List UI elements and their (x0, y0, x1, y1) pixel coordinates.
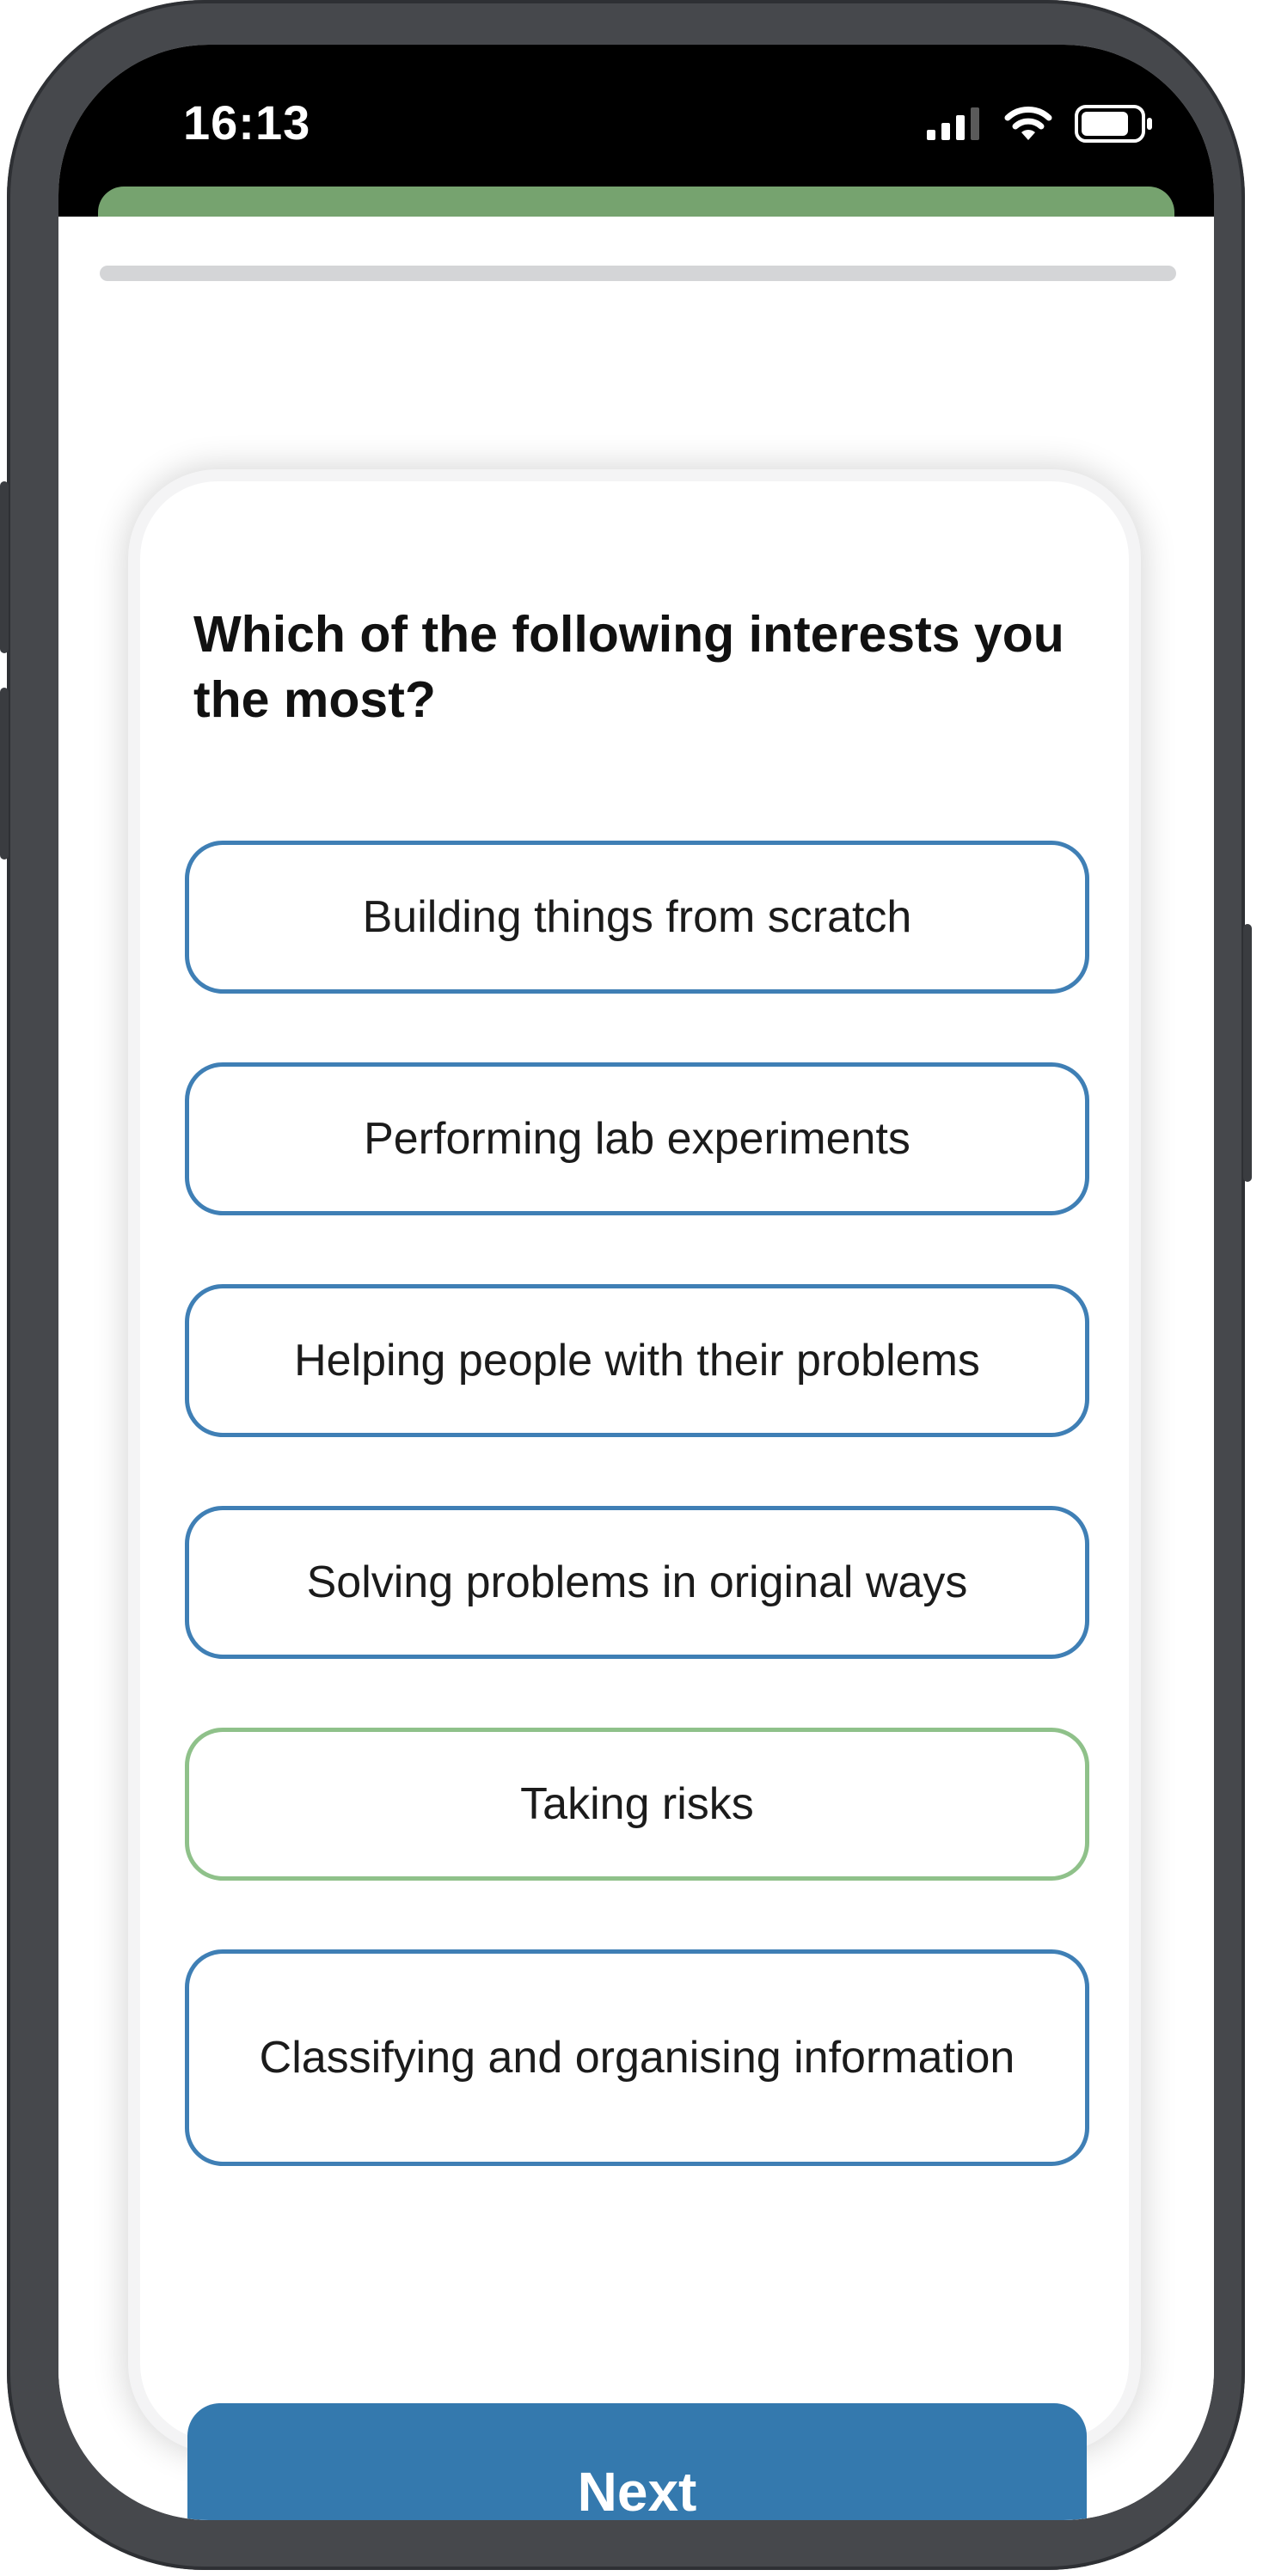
question-card: Which of the following interests you the… (140, 481, 1129, 2520)
option-helping-people[interactable]: Helping people with their problems (185, 1284, 1089, 1437)
phone-screen: 16:13 Which of the following interests y… (58, 45, 1214, 2520)
status-time: 16:13 (183, 95, 311, 150)
option-building-things[interactable]: Building things from scratch (185, 841, 1089, 994)
option-classifying-information[interactable]: Classifying and organising information (185, 1949, 1089, 2166)
cellular-signal-icon (927, 107, 979, 140)
silent-switch (0, 481, 9, 653)
quiz-sheet: Which of the following interests you the… (58, 217, 1214, 2520)
option-solving-problems[interactable]: Solving problems in original ways (185, 1506, 1089, 1659)
battery-icon (1075, 105, 1152, 143)
option-lab-experiments[interactable]: Performing lab experiments (185, 1062, 1089, 1215)
phone-frame: 16:13 Which of the following interests y… (0, 0, 1252, 2570)
question-title: Which of the following interests you the… (193, 606, 1064, 728)
progress-bar (100, 266, 1176, 281)
power-button (1243, 924, 1252, 1182)
next-button[interactable]: Next (187, 2403, 1087, 2520)
wifi-icon (1004, 107, 1052, 140)
status-icons (927, 105, 1154, 143)
option-taking-risks[interactable]: Taking risks (185, 1728, 1089, 1881)
volume-button (0, 688, 9, 860)
